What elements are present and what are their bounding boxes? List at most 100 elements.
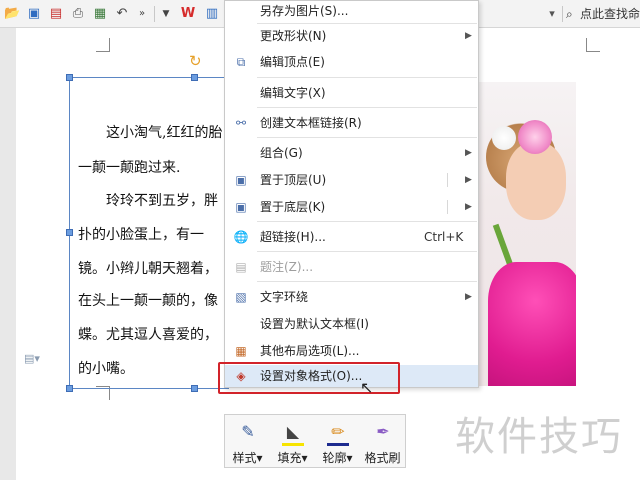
submenu-arrow-icon: ▶ bbox=[465, 292, 472, 302]
outline-label: 轮廓▾ bbox=[322, 451, 353, 465]
link-textbox-icon: ⚯ bbox=[235, 116, 247, 130]
menu-item-bring-to-front[interactable]: ▣ 置于顶层(U) ▶ bbox=[225, 167, 478, 193]
text-line: 扑的小脸蛋上，有一 bbox=[78, 227, 204, 243]
format-painter-icon: ✒ bbox=[376, 422, 390, 441]
wps-logo-icon[interactable]: W bbox=[180, 6, 196, 22]
menu-item-label: 另存为图片(S)... bbox=[260, 4, 349, 18]
floating-format-bar: ✎ 样式▾ ◣ 填充▾ ✏ 轮廓▾ ✒ 格式刷 bbox=[224, 414, 406, 468]
rotate-handle-icon[interactable]: ↻ bbox=[189, 52, 202, 70]
edit-points-icon: ⧉ bbox=[236, 55, 246, 69]
submenu-arrow-icon: ▶ bbox=[465, 31, 472, 41]
search-text: 点此查找命 bbox=[580, 7, 640, 21]
context-menu: 另存为图片(S)... 更改形状(N) ▶ ⧉ 编辑顶点(E) 编辑文字(X) … bbox=[224, 0, 479, 388]
photo-flower-pink bbox=[518, 120, 552, 154]
menu-item-create-textbox-link[interactable]: ⚯ 创建文本框链接(R) bbox=[225, 110, 478, 136]
outline-color-bar bbox=[327, 443, 349, 446]
fill-color-bar bbox=[282, 443, 304, 446]
menu-separator bbox=[257, 251, 477, 252]
more-icon[interactable]: » bbox=[134, 6, 150, 22]
format-painter-button[interactable]: ✒ 格式刷 bbox=[360, 415, 405, 469]
menu-item-label: 组合(G) bbox=[260, 146, 303, 160]
resize-handle[interactable] bbox=[66, 74, 73, 81]
text-line: 一颠一颠跑过来. bbox=[78, 160, 181, 176]
bring-to-front-icon: ▣ bbox=[235, 173, 247, 187]
filter-icon[interactable]: ▾ bbox=[544, 6, 560, 22]
search-icon: ⌕ bbox=[566, 7, 573, 21]
menu-item-label: 其他布局选项(L)... bbox=[260, 344, 360, 358]
split-divider bbox=[447, 173, 448, 187]
menu-item-label: 编辑顶点(E) bbox=[260, 55, 325, 69]
menu-item-save-as-picture[interactable]: 另存为图片(S)... bbox=[225, 1, 478, 23]
text-line: 的小嘴。 bbox=[78, 361, 134, 377]
text-line: 玲玲不到五岁，胖 bbox=[78, 193, 218, 209]
layout-options-icon: ▦ bbox=[235, 344, 247, 358]
open-folder-icon[interactable]: 📂 bbox=[4, 6, 20, 22]
toolbar-divider bbox=[154, 6, 155, 22]
outline-pen-icon: ✏ bbox=[331, 422, 345, 441]
menu-separator bbox=[257, 137, 477, 138]
submenu-arrow-icon: ▶ bbox=[465, 148, 472, 158]
menu-item-label: 设置为默认文本框(I) bbox=[260, 317, 369, 331]
menu-separator bbox=[257, 107, 477, 108]
mouse-cursor-icon: ↖ bbox=[360, 378, 374, 397]
resize-handle[interactable] bbox=[66, 385, 73, 392]
page-corner-mark bbox=[586, 38, 600, 52]
textbox-icon[interactable]: ▥ bbox=[204, 6, 220, 22]
fill-label: 填充▾ bbox=[277, 451, 308, 465]
resize-handle[interactable] bbox=[191, 385, 198, 392]
dropdown-icon[interactable]: ▼ bbox=[158, 6, 174, 22]
menu-item-label: 创建文本框链接(R) bbox=[260, 116, 362, 130]
menu-item-group[interactable]: 组合(G) ▶ bbox=[225, 140, 478, 166]
style-brush-icon: ✎ bbox=[241, 422, 255, 441]
submenu-arrow-icon: ▶ bbox=[465, 202, 472, 212]
format-painter-label: 格式刷 bbox=[364, 451, 401, 465]
menu-item-set-default-textbox[interactable]: 设置为默认文本框(I) bbox=[225, 311, 478, 337]
watermark-text: 软件技巧 bbox=[455, 414, 623, 460]
menu-separator bbox=[257, 281, 477, 282]
text-line: 蝶。尤其逗人喜爱的， bbox=[78, 327, 218, 343]
menu-item-more-layout-options[interactable]: ▦ 其他布局选项(L)... bbox=[225, 338, 478, 364]
menu-item-send-to-back[interactable]: ▣ 置于底层(K) ▶ bbox=[225, 194, 478, 220]
outline-button[interactable]: ✏ 轮廓▾ bbox=[315, 415, 360, 469]
menu-item-label: 题注(Z)... bbox=[260, 260, 314, 274]
style-button[interactable]: ✎ 样式▾ bbox=[225, 415, 270, 469]
text-line: 在头上一颠一颠的，像 bbox=[78, 293, 218, 309]
caption-icon: ▤ bbox=[235, 260, 247, 274]
save-icon[interactable]: ▣ bbox=[26, 6, 42, 22]
resize-handle[interactable] bbox=[191, 74, 198, 81]
menu-item-edit-points[interactable]: ⧉ 编辑顶点(E) bbox=[225, 49, 478, 75]
fill-bucket-icon: ◣ bbox=[286, 422, 300, 441]
menu-separator bbox=[257, 77, 477, 78]
menu-item-change-shape[interactable]: 更改形状(N) ▶ bbox=[225, 23, 478, 49]
pdf-icon[interactable]: ▤ bbox=[48, 6, 64, 22]
menu-item-edit-text[interactable]: 编辑文字(X) bbox=[225, 80, 478, 106]
menu-item-label: 编辑文字(X) bbox=[260, 86, 326, 100]
split-divider bbox=[447, 200, 448, 214]
submenu-arrow-icon: ▶ bbox=[465, 175, 472, 185]
menu-separator bbox=[257, 221, 477, 222]
menu-item-hyperlink[interactable]: 🌐 超链接(H)... Ctrl+K bbox=[225, 224, 478, 250]
left-rail bbox=[0, 28, 16, 480]
undo-icon[interactable]: ↶ bbox=[114, 6, 130, 22]
print-icon[interactable]: ⎙ bbox=[70, 6, 86, 22]
style-label: 样式▾ bbox=[232, 451, 263, 465]
menu-item-text-wrap[interactable]: ▧ 文字环绕 ▶ bbox=[225, 284, 478, 310]
page-corner-mark bbox=[96, 38, 110, 52]
menu-item-shortcut: Ctrl+K bbox=[424, 230, 464, 244]
girl-photo[interactable] bbox=[478, 82, 576, 386]
photo-dress bbox=[488, 262, 576, 386]
text-line: 这小淘气,红红的胎 bbox=[78, 125, 223, 141]
fill-button[interactable]: ◣ 填充▾ bbox=[270, 415, 315, 469]
resize-handle[interactable] bbox=[66, 229, 73, 236]
search-box[interactable]: ⌕ 点此查找命 bbox=[566, 4, 640, 24]
document-map-icon[interactable]: ▤▾ bbox=[24, 352, 46, 366]
text-line: 镜。小辫儿朝天翘着， bbox=[78, 261, 218, 277]
toolbar-divider bbox=[562, 6, 563, 22]
menu-item-label: 超链接(H)... bbox=[260, 230, 326, 244]
menu-item-label: 置于底层(K) bbox=[260, 200, 326, 214]
hyperlink-icon: 🌐 bbox=[233, 230, 249, 244]
menu-item-caption: ▤ 题注(Z)... bbox=[225, 254, 478, 280]
send-to-back-icon: ▣ bbox=[235, 200, 247, 214]
print-preview-icon[interactable]: ▦ bbox=[92, 6, 108, 22]
text-wrap-icon: ▧ bbox=[235, 290, 247, 304]
